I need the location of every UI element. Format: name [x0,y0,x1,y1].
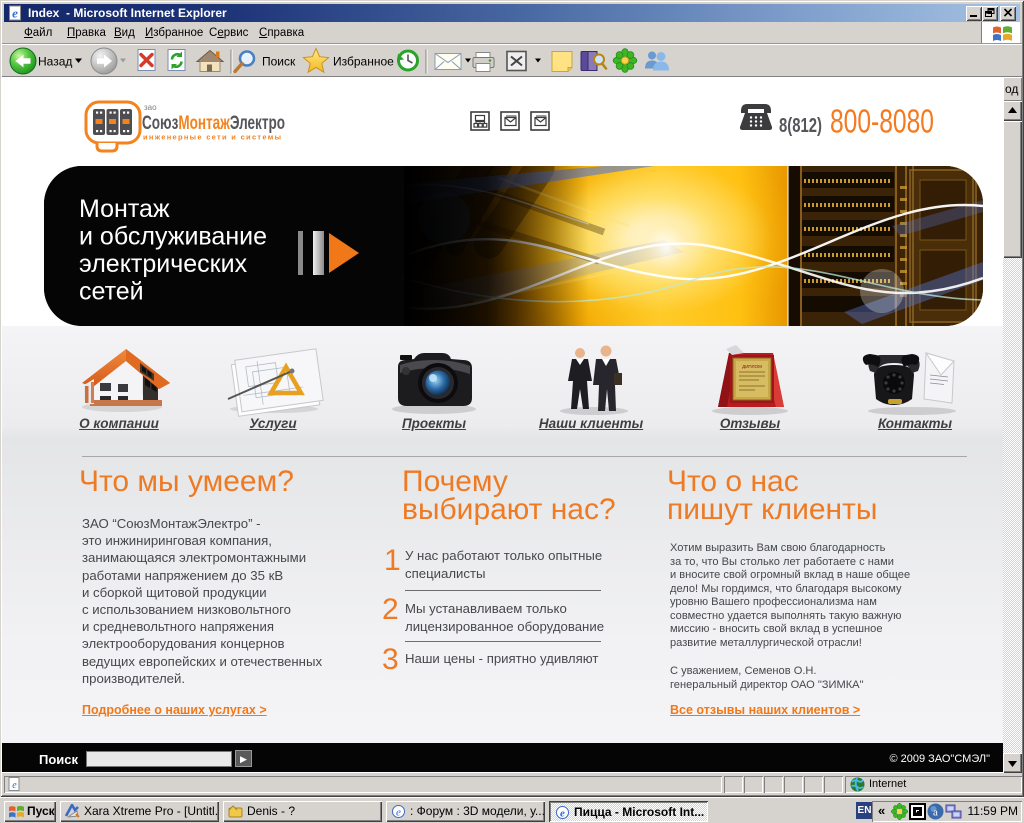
svg-text:e: e [12,780,17,791]
svg-text:a: a [933,807,938,819]
svg-text:инженерные сети и системы: инженерные сети и системы [143,133,283,142]
svg-text:Избранное: Избранное [333,55,394,69]
svg-text:Поиск: Поиск [262,55,296,69]
svg-text:и обслуживание: и обслуживание [79,223,267,251]
svg-text:8(812): 8(812) [779,115,822,137]
svg-text:зао: зао [144,103,157,112]
svg-text:СоюзМонтажЭлектро: СоюзМонтажЭлектро [142,112,285,134]
svg-text:e: e [396,807,401,819]
svg-text:электрических: электрических [79,250,248,278]
svg-text:ДИПЛОМ: ДИПЛОМ [742,364,762,369]
svg-text:800-8080: 800-8080 [830,103,934,140]
svg-text:e: e [12,6,18,21]
svg-text:e: e [560,808,565,820]
svg-text:Монтаж: Монтаж [79,195,170,223]
svg-text:сетей: сетей [79,278,144,306]
svg-text:Назад: Назад [38,55,72,69]
